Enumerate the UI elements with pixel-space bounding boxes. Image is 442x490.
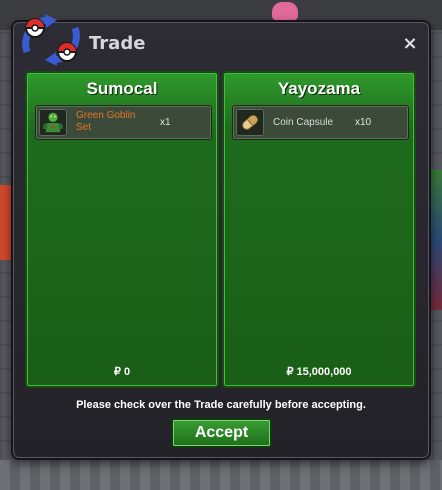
trade-window: Trade × Sumocal Green Goblin Set x1 ₽ 0 …: [11, 14, 431, 460]
trader-panel-left: Sumocal Green Goblin Set x1 ₽ 0: [25, 71, 219, 388]
trade-item-quantity: x10: [355, 117, 372, 128]
world-tile: [0, 460, 442, 490]
window-title: Trade: [89, 33, 146, 54]
coin-capsule-icon: [236, 109, 264, 136]
trade-logo-icon: [22, 14, 80, 66]
trader-panel-right: Yayozama Coin Capsule x10 ₽ 15,000,000: [222, 71, 416, 388]
trade-item-name: Coin Capsule: [273, 117, 334, 128]
trader-name-left: Sumocal: [86, 79, 158, 98]
accept-button[interactable]: Accept: [171, 418, 272, 448]
green-goblin-set-icon: [39, 109, 67, 136]
close-icon[interactable]: ×: [401, 35, 419, 53]
trade-item-slot[interactable]: Green Goblin Set x1: [35, 105, 212, 140]
npc-sprite: [272, 2, 298, 20]
trade-notice-text: Please check over the Trade carefully be…: [76, 399, 366, 411]
trader-name-right: Yayozama: [277, 79, 361, 98]
trade-item-quantity: x1: [160, 117, 171, 128]
trade-item-slot[interactable]: Coin Capsule x10: [232, 105, 409, 140]
trade-title-bar[interactable]: Trade ×: [13, 14, 429, 66]
trade-item-name: Green Goblin Set: [76, 110, 136, 133]
trade-money-right: ₽ 15,000,000: [286, 366, 352, 378]
trade-money-left: ₽ 0: [113, 366, 131, 378]
